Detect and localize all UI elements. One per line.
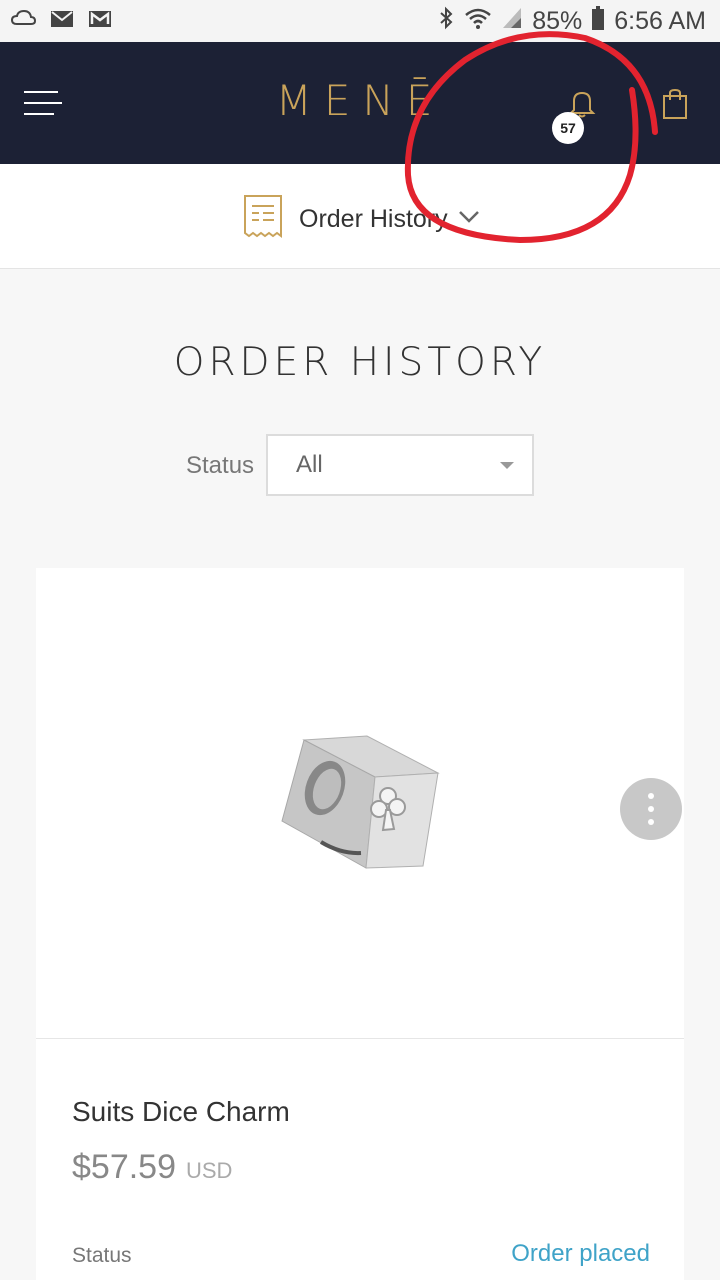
app-header: MENĒ 57 (0, 42, 720, 164)
status-filter-value: All (296, 451, 323, 478)
receipt-icon (243, 194, 283, 245)
order-status-value: Order placed (511, 1240, 650, 1267)
product-image[interactable] (36, 568, 684, 1039)
notification-count-badge: 57 (552, 112, 584, 144)
signal-icon (502, 7, 522, 36)
mail-icon (50, 9, 74, 34)
price-currency: USD (186, 1158, 233, 1183)
section-nav: Order History (0, 164, 720, 269)
price-amount: $57.59 (72, 1148, 176, 1186)
brand-logo[interactable]: MENĒ (0, 76, 720, 125)
cloud-sync-icon (10, 9, 37, 34)
more-options-button[interactable] (620, 778, 682, 840)
status-filter-select[interactable]: All (266, 434, 534, 496)
section-nav-label: Order History (299, 205, 448, 233)
order-status-label: Status (72, 1244, 132, 1267)
battery-icon (592, 5, 605, 37)
dice-charm-image (281, 735, 440, 869)
wifi-icon (464, 7, 492, 36)
chevron-down-icon (458, 210, 480, 229)
status-bar: 85% 6:56 AM (0, 0, 720, 42)
bluetooth-icon (438, 6, 454, 37)
gmail-icon (88, 9, 112, 34)
page-title: ORDER HISTORY (173, 340, 547, 385)
order-history-dropdown[interactable]: Order History (243, 194, 480, 245)
product-name[interactable]: Suits Dice Charm (72, 1096, 290, 1128)
shopping-bag-icon[interactable] (662, 88, 688, 125)
battery-percent: 85% (532, 6, 583, 35)
status-filter-label: Status (186, 452, 255, 479)
clock: 6:56 AM (614, 6, 706, 35)
order-card: Suits Dice Charm $57.59 USD Status Order … (36, 568, 684, 1280)
product-price: $57.59 USD (72, 1148, 232, 1187)
caret-down-icon (500, 462, 514, 469)
